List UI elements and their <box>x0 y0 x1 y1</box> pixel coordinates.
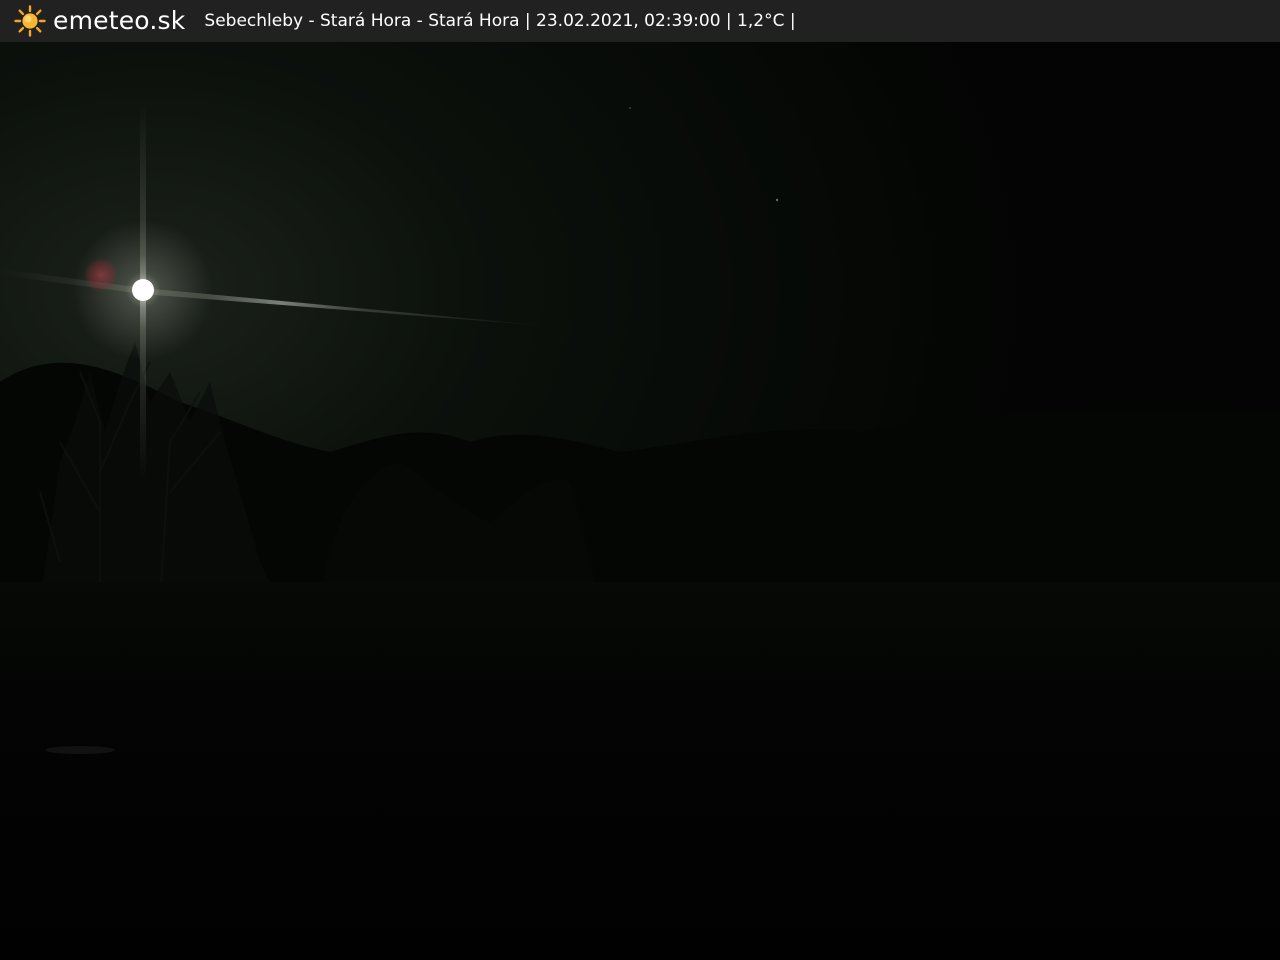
brand-name: emeteo.sk <box>53 6 186 35</box>
webcam-frame: emeteo.sk Sebechleby - Stará Hora - Star… <box>0 0 1280 960</box>
brand-logo[interactable]: emeteo.sk <box>14 0 185 42</box>
webcam-caption: Sebechleby - Stará Hora - Stará Hora | 2… <box>204 11 796 31</box>
dark-ground <box>0 582 1280 960</box>
webcam-image <box>0 42 1280 960</box>
sun-icon <box>14 5 46 37</box>
header-bar: emeteo.sk Sebechleby - Stará Hora - Star… <box>0 0 1280 42</box>
star <box>775 198 779 202</box>
star <box>629 107 631 109</box>
moon <box>132 279 154 301</box>
lens-flare <box>84 258 118 292</box>
faint-reflection <box>45 746 115 754</box>
night-scene <box>0 42 1280 960</box>
